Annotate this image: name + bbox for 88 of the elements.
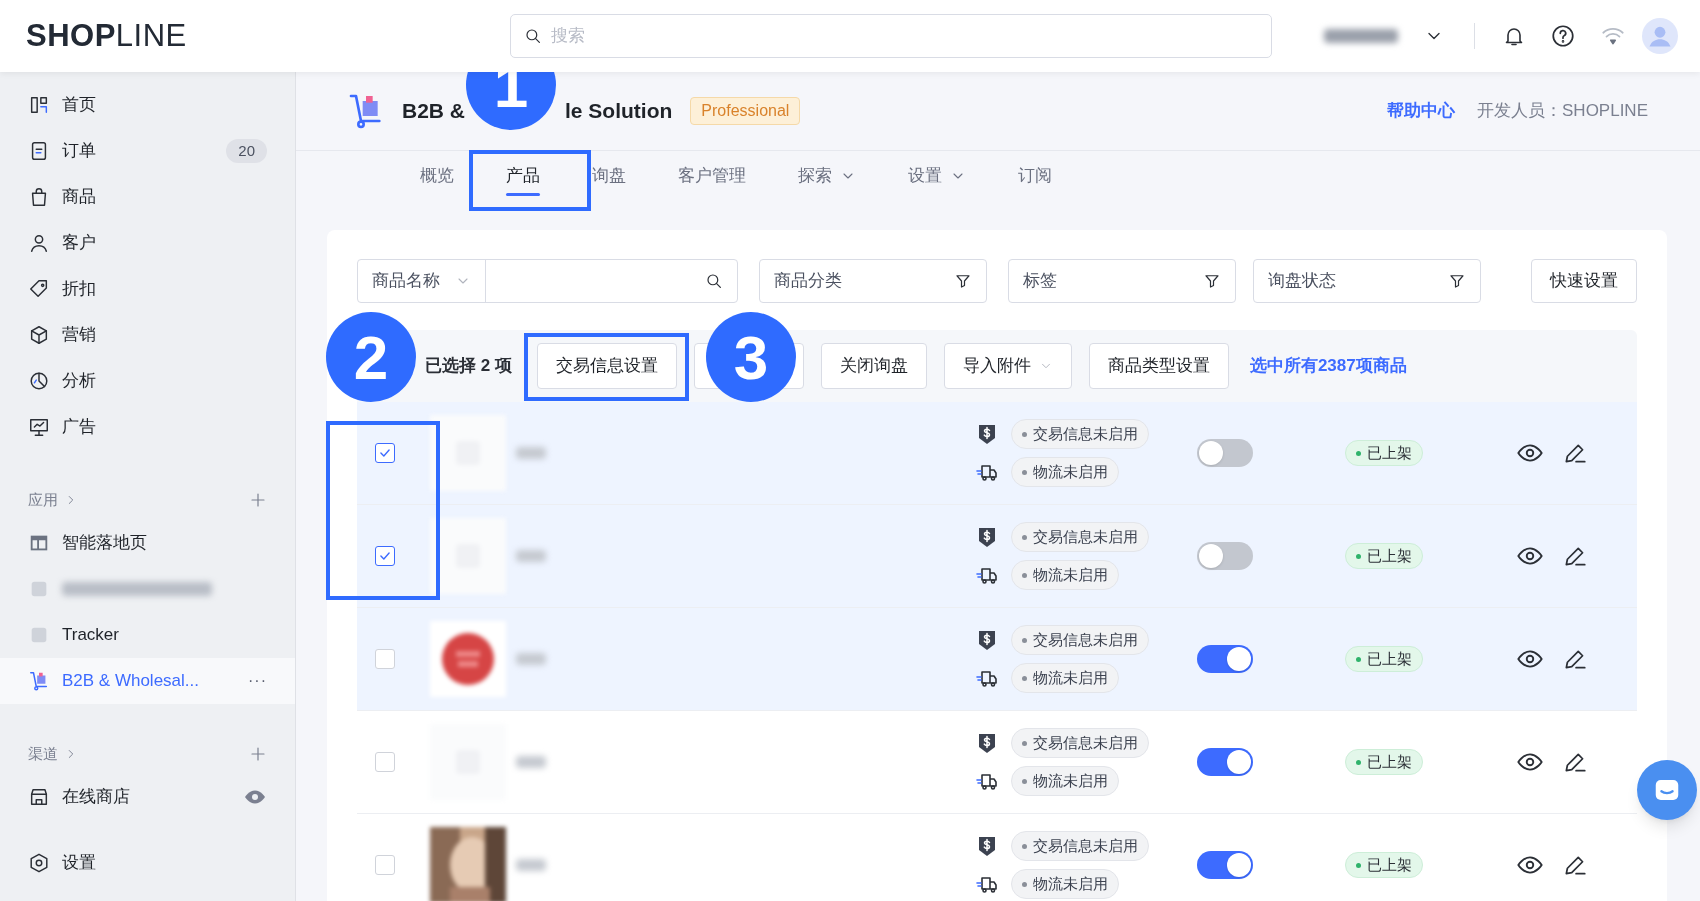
tab[interactable]: 设置 [904, 151, 970, 200]
table-row[interactable]: 交易信息未启用 物流未启用 已上架 [357, 505, 1637, 608]
section-title[interactable]: 应用 [28, 488, 58, 512]
status-badge: 物流未启用 [1011, 560, 1119, 590]
filter-icon [1203, 272, 1221, 290]
count-badge: 20 [226, 139, 267, 163]
toggle-switch[interactable] [1197, 748, 1253, 776]
tab[interactable]: 概览 [416, 151, 458, 200]
status-badge: 物流未启用 [1011, 663, 1119, 693]
bulk-action-button[interactable]: 商品类型设置 [1088, 343, 1229, 389]
filter-icon [1448, 272, 1466, 290]
tag-icon [28, 278, 50, 300]
developer-text: 开发人员：SHOPLINE [1477, 100, 1648, 123]
sidebar-item[interactable]: 首页 [0, 82, 295, 128]
blurred-text [516, 447, 546, 459]
sidebar-item[interactable]: 智能落地页 [0, 520, 295, 566]
tab[interactable]: 客户管理 [674, 151, 750, 200]
bulk-action-button[interactable]: 关闭询盘 [820, 343, 927, 389]
toggle-switch[interactable] [1197, 439, 1253, 467]
sidebar-item[interactable]: 订单 20 [0, 128, 295, 174]
search-field[interactable]: 商品名称 [357, 259, 738, 303]
plan-badge: Professional [690, 97, 801, 125]
sidebar-item[interactable]: 广告 [0, 404, 295, 450]
toggle-switch[interactable] [1197, 645, 1253, 673]
status-badge: 交易信息未启用 [1011, 728, 1149, 758]
help-center-link[interactable]: 帮助中心 [1387, 98, 1455, 124]
home-icon [28, 94, 50, 116]
presentation-icon [28, 416, 50, 438]
filter-dropdown[interactable]: 询盘状态 [1253, 259, 1481, 303]
status-badge: 已上架 [1345, 646, 1423, 672]
table-row[interactable]: 交易信息未启用 物流未启用 已上架 [357, 402, 1637, 505]
status-badge: 已上架 [1345, 543, 1423, 569]
cube-icon [28, 324, 50, 346]
blurred-text [516, 859, 546, 871]
search-icon [524, 27, 542, 45]
more-options[interactable]: ··· [248, 669, 267, 693]
pie-chart-icon [28, 370, 50, 392]
sidebar-item[interactable]: 折扣 [0, 266, 295, 312]
sidebar-item[interactable]: 在线商店 [0, 774, 295, 820]
logo: SHOPLINE [26, 16, 188, 55]
blurred-text [516, 653, 546, 665]
tab[interactable]: 询盘 [588, 151, 630, 200]
tab[interactable]: 探索 [794, 151, 860, 200]
tab[interactable]: 产品 [502, 151, 544, 200]
status-badge: 物流未启用 [1011, 457, 1119, 487]
sidebar-item[interactable]: 客户 [0, 220, 295, 266]
user-icon [28, 232, 50, 254]
checkbox[interactable] [375, 443, 395, 463]
tab[interactable]: 订阅 [1014, 151, 1056, 200]
checkbox[interactable] [375, 546, 395, 566]
section-title[interactable]: 渠道 [28, 742, 58, 766]
sidebar-item[interactable]: 营销 [0, 312, 295, 358]
help-icon[interactable] [1550, 23, 1576, 49]
status-badge: 已上架 [1345, 440, 1423, 466]
blurred-text [516, 550, 546, 562]
app-title: B2B & [402, 98, 465, 125]
app-title: le Solution [565, 98, 673, 125]
filter-dropdown[interactable]: 标签 [1008, 259, 1236, 303]
chat-button[interactable] [1637, 760, 1697, 820]
sidebar-item[interactable]: Tracker [0, 612, 295, 658]
sidebar-item[interactable]: 分析 [0, 358, 295, 404]
search-field[interactable]: 搜索 [510, 14, 1272, 58]
bulk-action-button[interactable]: 导入附件 [943, 343, 1072, 389]
status-badge: 物流未启用 [1011, 869, 1119, 899]
status-badge: 物流未启用 [1011, 766, 1119, 796]
store-icon [28, 786, 50, 808]
status-badge: 交易信息未启用 [1011, 831, 1149, 861]
settings-icon [28, 852, 50, 874]
search-icon [705, 272, 723, 290]
bulk-action-button[interactable]: 交易信息设置 [536, 343, 677, 389]
status-badge: 交易信息未启用 [1011, 419, 1149, 449]
sidebar-item[interactable]: 商品 [0, 174, 295, 220]
blurred-text [516, 756, 546, 768]
select-all-link[interactable]: 选中所有2387项商品 [1249, 353, 1407, 379]
toggle-switch[interactable] [1197, 851, 1253, 879]
status-badge: 已上架 [1345, 852, 1423, 878]
status-badge: 交易信息未启用 [1011, 625, 1149, 655]
hand-truck-icon [28, 670, 50, 692]
quick-settings-button[interactable]: 快速设置 [1531, 259, 1637, 303]
status-badge: 交易信息未启用 [1011, 522, 1149, 552]
table-row[interactable]: 交易信息未启用 物流未启用 已上架 [357, 608, 1637, 711]
filter-icon [954, 272, 972, 290]
status-badge: 已上架 [1345, 749, 1423, 775]
filter-dropdown[interactable]: 商品分类 [759, 259, 987, 303]
sidebar-item[interactable]: 设置 [0, 840, 295, 886]
sidebar-item[interactable]: B2B & Wholesal... ··· [0, 658, 295, 704]
selection-count: 已选择 2 项 [425, 355, 512, 378]
toggle-switch[interactable] [1197, 542, 1253, 570]
